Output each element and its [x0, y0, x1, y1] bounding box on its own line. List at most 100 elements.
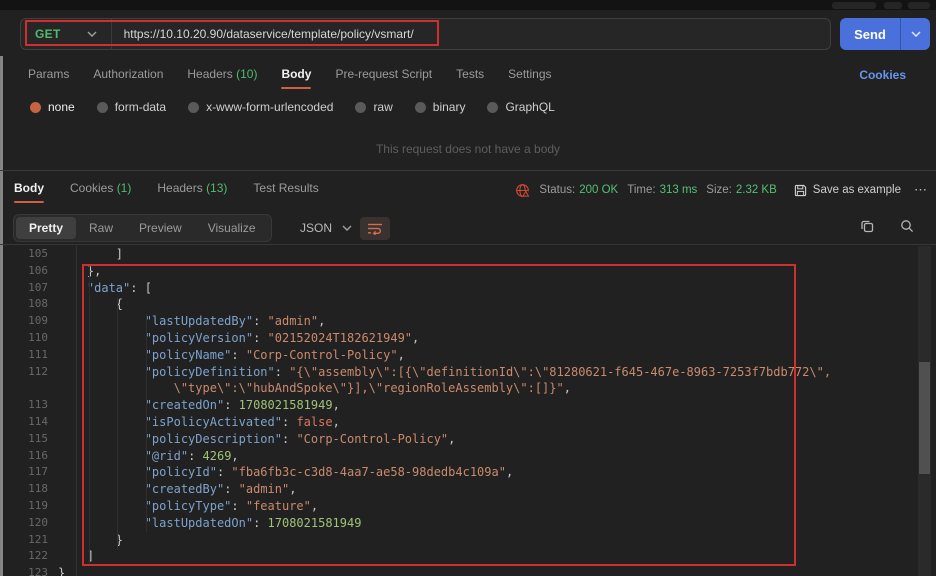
- format-dropdown[interactable]: JSON: [292, 218, 360, 238]
- view-mode-preview[interactable]: Preview: [126, 217, 195, 239]
- body-type-radio-none[interactable]: none: [30, 100, 75, 114]
- code-line: 117 "policyId": "fba6fb3c-c3d8-4aa7-ae58…: [0, 464, 936, 481]
- empty-body-message: This request does not have a body: [0, 142, 936, 156]
- tab-pre-request-script[interactable]: Pre-request Script: [335, 67, 432, 85]
- response-tab-headers[interactable]: Headers (13): [157, 181, 227, 199]
- line-number: 120: [0, 515, 48, 532]
- body-type-radio-x-www-form-urlencoded[interactable]: x-www-form-urlencoded: [188, 100, 333, 114]
- browser-top-sliver: [0, 0, 936, 10]
- cookies-link[interactable]: Cookies: [859, 68, 906, 82]
- time-badge: Time: 313 ms: [627, 184, 697, 196]
- size-label: Size:: [706, 184, 732, 196]
- gutter-border: [76, 246, 77, 576]
- body-type-radio-form-data[interactable]: form-data: [97, 100, 166, 114]
- tab-params[interactable]: Params: [28, 67, 69, 85]
- method-dropdown[interactable]: GET: [21, 19, 111, 49]
- radio-label: none: [48, 100, 75, 114]
- body-type-radio-binary[interactable]: binary: [415, 100, 466, 114]
- line-number: 115: [0, 431, 48, 448]
- code-line-text: {: [48, 296, 123, 313]
- line-number: 118: [0, 481, 48, 498]
- more-options-icon[interactable]: ⋯: [914, 182, 928, 198]
- radio-dot-icon: [30, 102, 41, 113]
- code-line-text: "policyVersion": "02152024T182621949",: [48, 330, 419, 347]
- time-value: 313 ms: [660, 184, 698, 196]
- view-mode-pretty[interactable]: Pretty: [16, 217, 76, 239]
- radio-dot-icon: [355, 102, 366, 113]
- response-tab-cookies[interactable]: Cookies (1): [70, 181, 131, 199]
- response-tab-body[interactable]: Body: [14, 181, 44, 199]
- code-line-text: "lastUpdatedOn": 1708021581949: [48, 515, 361, 532]
- wrap-text-button[interactable]: [360, 217, 390, 240]
- line-number: 110: [0, 330, 48, 347]
- send-button-label: Send: [840, 27, 900, 42]
- line-number: 121: [0, 532, 48, 549]
- body-type-radio-raw[interactable]: raw: [355, 100, 392, 114]
- code-line: 120 "lastUpdatedOn": 1708021581949: [0, 515, 936, 532]
- radio-label: GraphQL: [505, 100, 554, 114]
- size-badge: Size: 2.32 KB: [706, 184, 777, 196]
- code-line: 116 "@rid": 4269,: [0, 448, 936, 465]
- code-line: 108 {: [0, 296, 936, 313]
- response-body-json[interactable]: 105 ]106 },107 "data": [108 {109 "lastUp…: [0, 246, 936, 576]
- tab-count: (13): [206, 181, 227, 195]
- code-line: 105 ]: [0, 246, 936, 263]
- code-line-text: "policyDescription": "Corp-Control-Polic…: [48, 431, 455, 448]
- status-label: Status:: [539, 184, 575, 196]
- postman-window: GET https://10.10.20.90/dataservice/temp…: [0, 0, 936, 576]
- body-type-radios: none form-data x-www-form-urlencoded raw bin…: [30, 100, 555, 114]
- network-globe-icon[interactable]: [515, 183, 530, 198]
- line-number: 109: [0, 313, 48, 330]
- code-line: 123}: [0, 565, 936, 576]
- send-options-chevron-icon[interactable]: [901, 31, 930, 37]
- tab-authorization[interactable]: Authorization: [93, 67, 163, 85]
- save-as-example-button[interactable]: Save as example: [794, 184, 901, 197]
- view-mode-raw[interactable]: Raw: [76, 217, 126, 239]
- body-type-radio-graphql[interactable]: GraphQL: [487, 100, 554, 114]
- code-line-text: "policyName": "Corp-Control-Policy",: [48, 347, 405, 364]
- code-line: 122 ]: [0, 548, 936, 565]
- tab-tests[interactable]: Tests: [456, 67, 484, 85]
- view-mode-visualize[interactable]: Visualize: [195, 217, 269, 239]
- line-number: 107: [0, 280, 48, 297]
- indent-guide: [117, 298, 118, 550]
- code-line: 113 "createdOn": 1708021581949,: [0, 397, 936, 414]
- code-line-text: "data": [: [48, 280, 152, 297]
- response-tabs: Body Cookies (1) Headers (13) Test Results: [14, 181, 319, 199]
- code-line-text: },: [48, 263, 101, 280]
- ghost-tab: [832, 2, 876, 9]
- url-input[interactable]: https://10.10.20.90/dataservice/template…: [112, 27, 414, 41]
- code-line-text: \"type\":\"hubAndSpoke\"}],\"regionRoleA…: [48, 380, 571, 397]
- tab-settings[interactable]: Settings: [508, 67, 551, 85]
- indent-guide: [146, 314, 147, 532]
- indent-guide: [89, 264, 90, 566]
- status-badge: Status: 200 OK: [539, 184, 618, 196]
- code-line: 109 "lastUpdatedBy": "admin",: [0, 313, 936, 330]
- code-lines: 105 ]106 },107 "data": [108 {109 "lastUp…: [0, 246, 936, 576]
- code-line: 118 "createdBy": "admin",: [0, 481, 936, 498]
- tab-body[interactable]: Body: [281, 67, 311, 85]
- copy-icon[interactable]: [860, 219, 874, 233]
- save-as-example-label: Save as example: [813, 184, 901, 196]
- code-line-text: }: [48, 565, 65, 576]
- code-line-text: ]: [48, 246, 123, 263]
- tab-headers[interactable]: Headers (10): [187, 67, 257, 85]
- code-line: 121 }: [0, 532, 936, 549]
- ghost-tab: [908, 2, 930, 9]
- radio-label: raw: [373, 100, 392, 114]
- scrollbar-thumb[interactable]: [919, 362, 930, 474]
- code-line-text: ]: [48, 548, 94, 565]
- code-line: \"type\":\"hubAndSpoke\"}],\"regionRoleA…: [0, 380, 936, 397]
- tab-count: (10): [236, 67, 257, 81]
- wrap-text-icon: [367, 222, 383, 235]
- response-tab-test-results[interactable]: Test Results: [253, 181, 318, 199]
- line-number: 114: [0, 414, 48, 431]
- line-number: 119: [0, 498, 48, 515]
- line-number: 105: [0, 246, 48, 263]
- request-url-bar: GET https://10.10.20.90/dataservice/temp…: [20, 18, 831, 50]
- size-value: 2.32 KB: [736, 184, 777, 196]
- code-line-text: "isPolicyActivated": false,: [48, 414, 340, 431]
- send-button[interactable]: Send: [840, 18, 930, 50]
- search-icon[interactable]: [900, 219, 914, 233]
- time-label: Time:: [627, 184, 655, 196]
